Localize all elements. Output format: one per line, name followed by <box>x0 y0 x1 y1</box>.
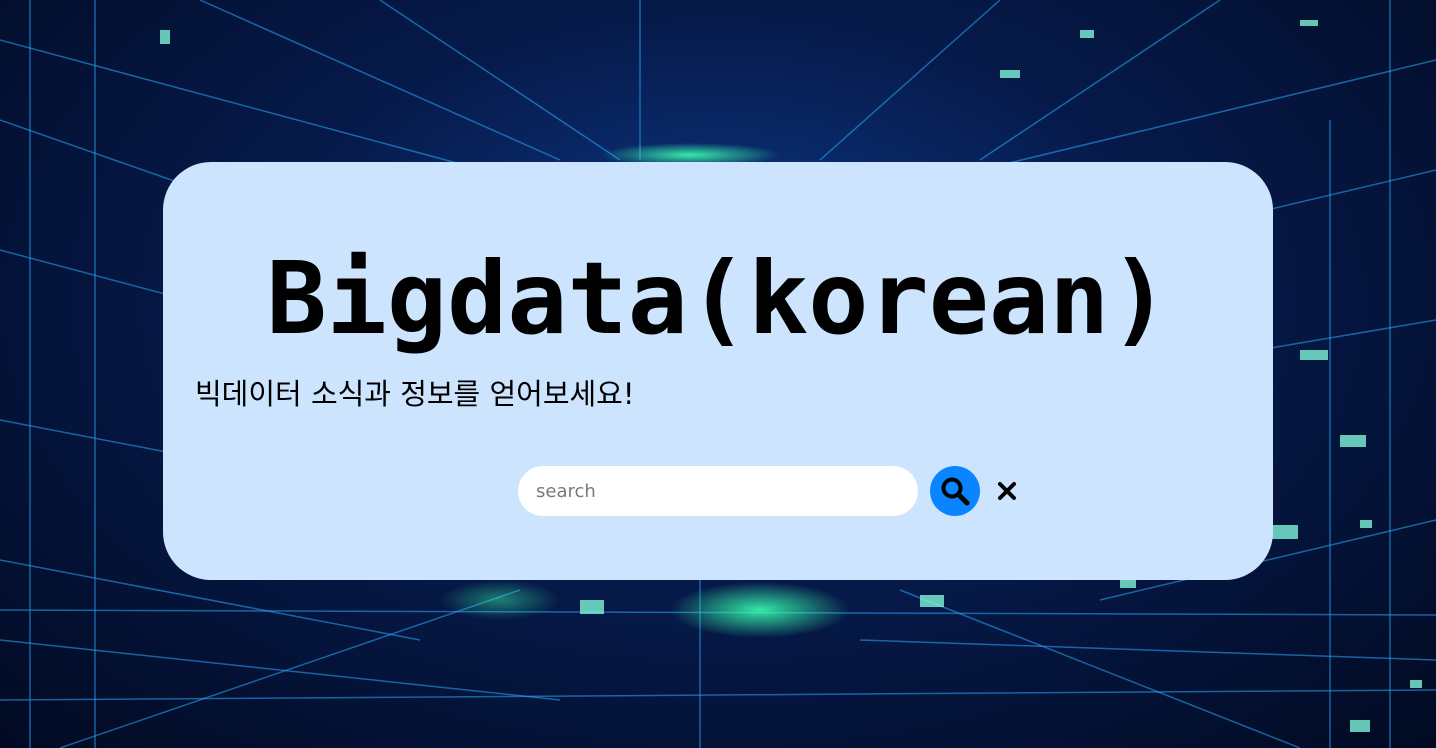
page-title: Bigdata(korean) <box>266 240 1170 357</box>
search-button[interactable] <box>930 466 980 516</box>
search-input[interactable] <box>518 466 918 516</box>
search-icon <box>941 477 970 506</box>
hero-card <box>163 162 1273 580</box>
close-icon <box>998 482 1016 500</box>
page-background: Bigdata(korean) 빅데이터 소식과 정보를 얻어보세요! <box>0 0 1436 748</box>
page-subtitle: 빅데이터 소식과 정보를 얻어보세요! <box>195 377 635 411</box>
clear-search-button[interactable] <box>992 476 1022 506</box>
